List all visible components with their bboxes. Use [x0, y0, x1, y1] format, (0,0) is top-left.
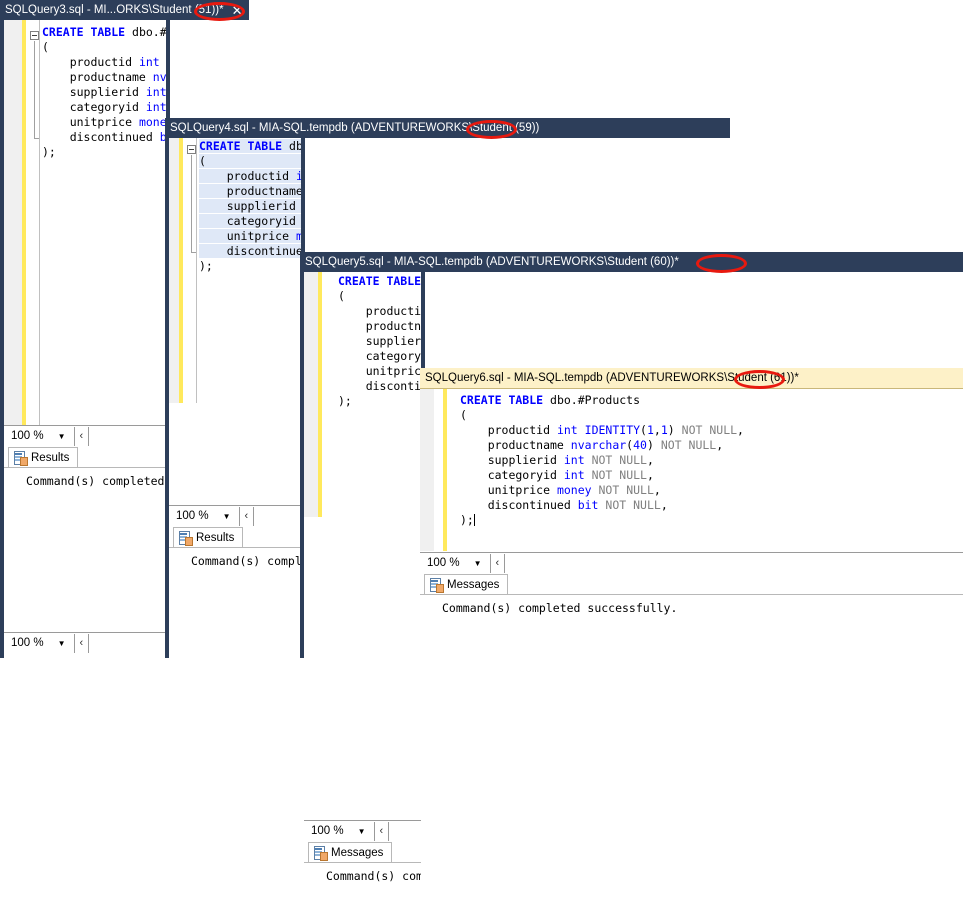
line-number-gutter-1 — [4, 20, 22, 425]
query-window-3[interactable]: SQLQuery5.sql - MIA-SQL.tempdb (ADVENTUR… — [300, 252, 425, 658]
results-tab-label-4: Messages — [447, 579, 499, 591]
gutter-divider-2 — [196, 138, 197, 403]
zoom-bar-2[interactable]: 100 % ▼ ‹ — [169, 505, 301, 526]
spid-annotation-60 — [696, 254, 747, 273]
results-tab-strip-4: Messages — [420, 573, 963, 595]
spid-annotation-59 — [466, 120, 517, 139]
title-bar-4[interactable]: SQLQuery6.sql - MIA-SQL.tempdb (ADVENTUR… — [420, 368, 963, 389]
window-border-left-1 — [0, 20, 4, 658]
results-tab-strip-2: Results — [169, 526, 301, 548]
results-tab-strip-3: Messages — [304, 841, 421, 863]
zoom-level-1: 100 % — [4, 430, 44, 442]
tab-messages-4[interactable]: Messages — [424, 574, 508, 594]
results-pane-2: Results Command(s) compl — [169, 526, 301, 772]
results-tab-label-1: Results — [31, 452, 69, 464]
code-editor-3[interactable]: CREATE TABLE dbo.#Products ( productid i… — [300, 272, 425, 517]
query-window-1[interactable]: SQLQuery3.sql - MI...ORKS\Student (51))*… — [0, 0, 170, 658]
outline-foot-2 — [191, 252, 196, 253]
results-grid-icon — [314, 846, 326, 859]
scroll-left-icon[interactable]: ‹ — [75, 637, 89, 649]
results-message-1: Command(s) completed — [26, 474, 164, 488]
results-grid-icon — [430, 578, 442, 591]
collapse-toggle-2[interactable] — [187, 145, 196, 154]
outline-foot-1 — [34, 138, 39, 139]
scroll-left-icon[interactable]: ‹ — [75, 430, 89, 442]
chevron-down-icon[interactable]: ▼ — [58, 639, 66, 648]
results-grid-icon — [14, 451, 26, 464]
code-editor-2[interactable]: CREATE TABLE dbo.#Products ( productid i… — [165, 138, 305, 403]
status-field-2 — [253, 507, 301, 526]
title-bar-2[interactable]: SQLQuery4.sql - MIA-SQL.tempdb (ADVENTUR… — [165, 118, 730, 138]
tab-title-1: SQLQuery3.sql - MI...ORKS\Student (51))* — [5, 4, 224, 16]
spid-annotation-61 — [734, 370, 785, 389]
zoom-bar-3[interactable]: 100 % ▼ ‹ — [304, 820, 421, 841]
tab-messages-3[interactable]: Messages — [308, 842, 392, 862]
chevron-down-icon[interactable]: ▼ — [358, 827, 366, 836]
zoom-level-1b: 100 % — [4, 637, 44, 649]
outline-gutter-2 — [183, 138, 197, 403]
spid-annotation-51 — [194, 2, 245, 21]
title-bar-3[interactable]: SQLQuery5.sql - MIA-SQL.tempdb (ADVENTUR… — [300, 252, 963, 272]
status-field-1 — [88, 427, 166, 446]
window-title-3: SQLQuery5.sql - MIA-SQL.tempdb (ADVENTUR… — [305, 256, 679, 268]
zoom-level-3: 100 % — [304, 825, 344, 837]
status-field-1b — [88, 634, 166, 653]
outline-line-2 — [191, 155, 192, 252]
collapse-toggle-1[interactable] — [30, 31, 39, 40]
tab-results-1[interactable]: Results — [8, 447, 78, 467]
results-message-3: Command(s) com — [326, 869, 421, 883]
outline-line-1 — [34, 41, 35, 138]
gutter-divider-1 — [39, 20, 40, 425]
code-editor-1[interactable]: CREATE TABLE dbo.#Products ( productid i… — [0, 20, 170, 425]
tab-strip-1: SQLQuery3.sql - MI...ORKS\Student (51))*… — [0, 0, 170, 20]
results-tab-label-3: Messages — [331, 847, 383, 859]
scroll-left-icon[interactable]: ‹ — [491, 557, 505, 569]
scroll-left-icon[interactable]: ‹ — [375, 825, 389, 837]
line-number-gutter-4 — [420, 389, 434, 551]
code-editor-4[interactable]: CREATE TABLE dbo.#Products ( productid i… — [420, 389, 963, 551]
status-field-3 — [388, 822, 421, 841]
status-field-4 — [504, 554, 963, 573]
query-window-4[interactable]: SQLQuery6.sql - MIA-SQL.tempdb (ADVENTUR… — [420, 368, 963, 658]
line-number-gutter-2 — [169, 138, 179, 403]
line-number-gutter-3 — [304, 272, 318, 517]
tab-results-2[interactable]: Results — [173, 527, 243, 547]
query-window-2[interactable]: SQLQuery4.sql - MIA-SQL.tempdb (ADVENTUR… — [165, 118, 305, 658]
outline-gutter-3 — [322, 272, 338, 517]
zoom-bar-1[interactable]: 100 % ▼ ‹ — [4, 425, 166, 446]
zoom-bar-4[interactable]: 100 % ▼ ‹ — [420, 552, 963, 573]
results-pane-3: Messages Command(s) com — [304, 841, 421, 910]
window-border-left-3b — [300, 272, 304, 658]
change-bar-4 — [443, 389, 447, 551]
results-tab-strip-1: Results — [4, 446, 166, 468]
zoom-bar-1-bottom[interactable]: 100 % ▼ ‹ — [4, 632, 166, 653]
zoom-level-2: 100 % — [169, 510, 209, 522]
results-pane-1: Results Command(s) completed — [4, 446, 166, 630]
results-message-4: Command(s) completed successfully. — [442, 601, 677, 615]
sql-code-3[interactable]: CREATE TABLE dbo.#Products ( productid i… — [338, 274, 425, 409]
chevron-down-icon[interactable]: ▼ — [58, 432, 66, 441]
results-pane-4: Messages Command(s) completed successful… — [420, 573, 963, 658]
chevron-down-icon[interactable]: ▼ — [223, 512, 231, 521]
sql-code-4[interactable]: CREATE TABLE dbo.#Products ( productid i… — [460, 393, 744, 528]
chevron-down-icon[interactable]: ▼ — [474, 559, 482, 568]
results-grid-icon — [179, 531, 191, 544]
results-tab-label-2: Results — [196, 532, 234, 544]
zoom-level-4: 100 % — [420, 557, 460, 569]
window-border-left-2b — [165, 138, 169, 658]
results-message-2: Command(s) compl — [191, 554, 301, 568]
outline-gutter-1 — [26, 20, 40, 425]
sql-code-2[interactable]: CREATE TABLE dbo.#Products ( productid i… — [199, 139, 305, 274]
sql-code-1[interactable]: CREATE TABLE dbo.#Products ( productid i… — [42, 25, 170, 160]
scroll-left-icon[interactable]: ‹ — [240, 510, 254, 522]
